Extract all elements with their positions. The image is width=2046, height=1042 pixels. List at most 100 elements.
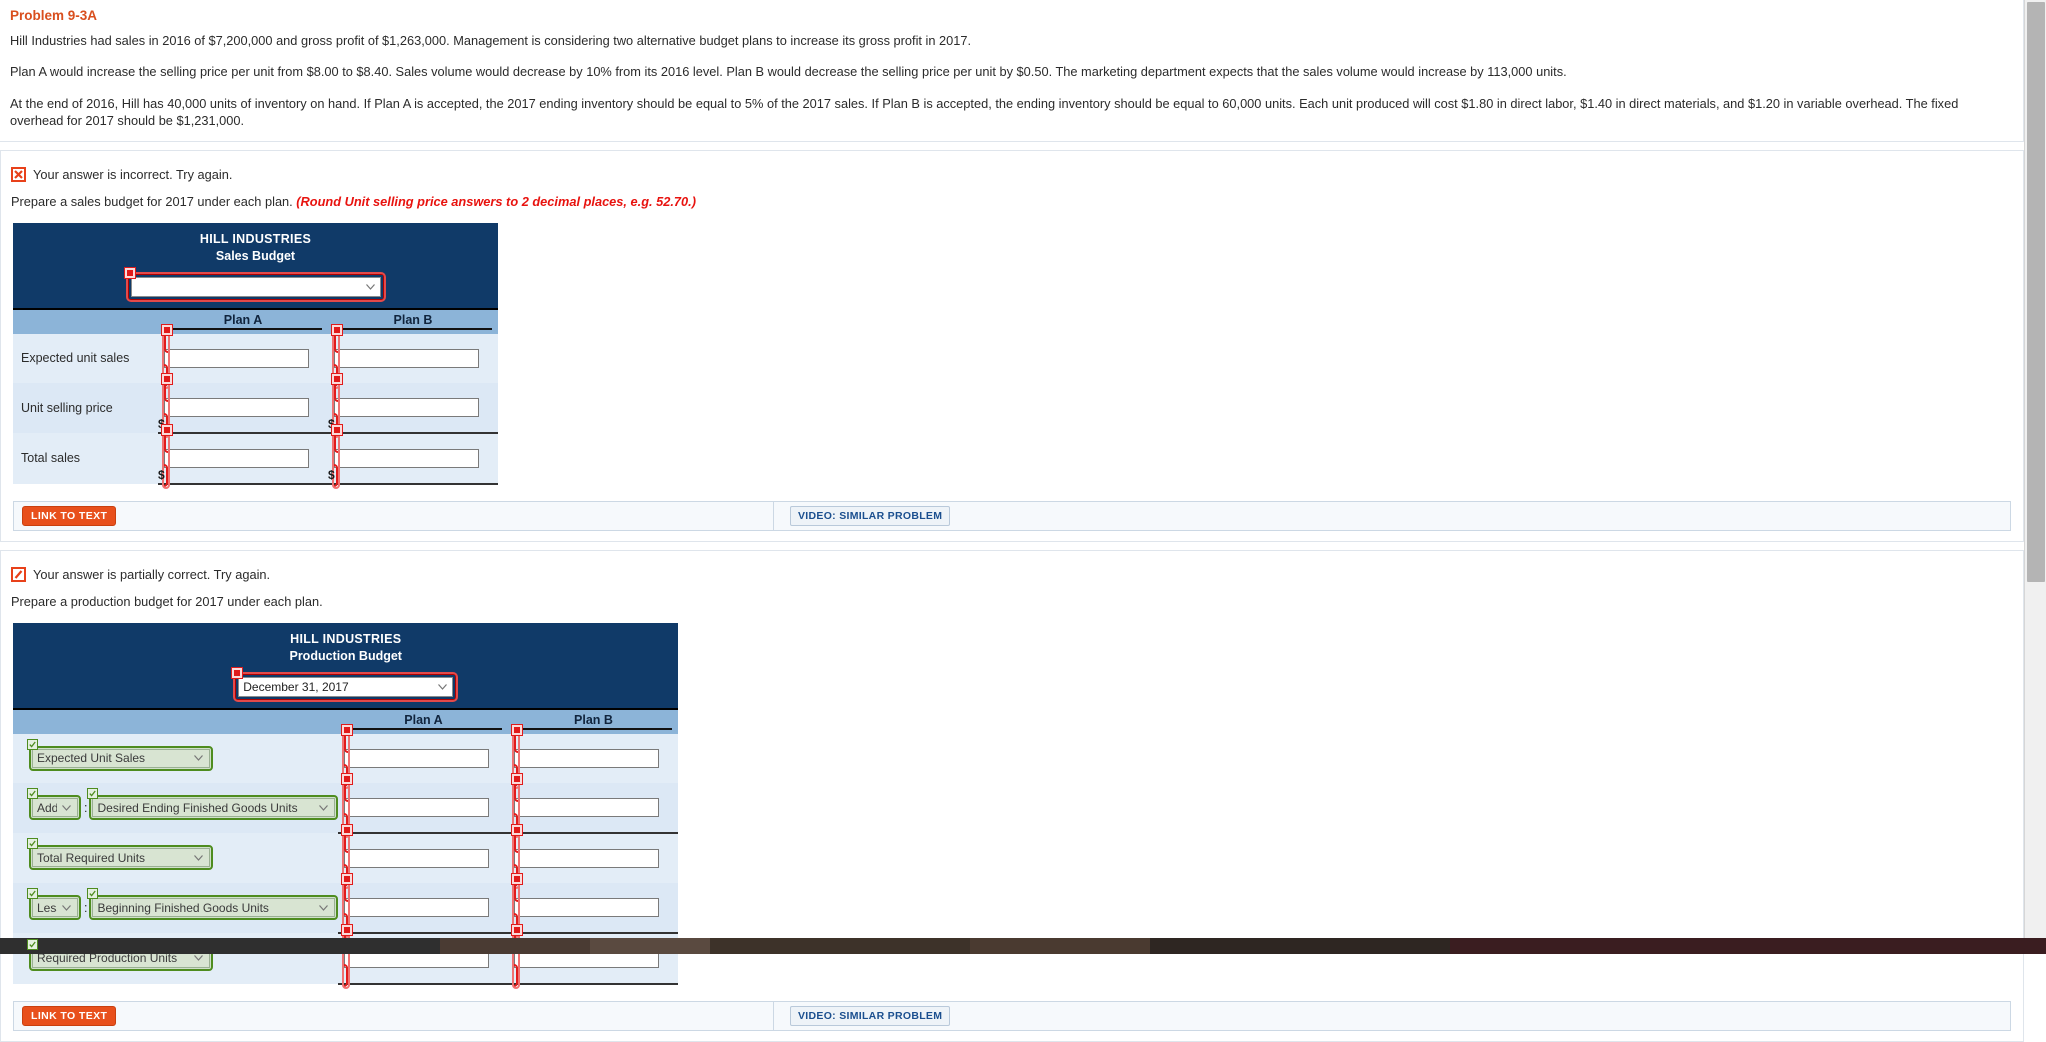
link-to-text-button[interactable]: LINK TO TEXT: [22, 505, 117, 526]
production-column-plan-b: Plan B: [508, 708, 679, 734]
partial-slash-icon: [11, 566, 26, 582]
input-expected-unit-sales-plan-b[interactable]: [334, 348, 479, 368]
line-select-2[interactable]: Desired Ending Finished Goods Units: [92, 798, 336, 818]
input-row2-plan-b[interactable]: [514, 797, 660, 817]
input-row1-plan-b[interactable]: [514, 748, 660, 768]
operation-select-wrapper-2[interactable]: Add: [27, 788, 81, 821]
line-select-wrapper-4[interactable]: Beginning Finished Goods Units: [87, 888, 339, 921]
production-instruction-text: Prepare a production budget for 2017 und…: [11, 593, 323, 609]
problem-intro: Problem 9-3A Hill Industries had sales i…: [0, 0, 2024, 143]
error-badge-icon: [511, 823, 524, 836]
error-badge-icon: [331, 423, 343, 436]
row-line-desired-ending-finished-goods: Add : Desired Ending Finished Goods Unit…: [13, 782, 339, 833]
page-content: Problem 9-3A Hill Industries had sales i…: [0, 0, 2024, 1042]
currency-prefix: $: [158, 467, 165, 482]
sales-period-select-wrapper[interactable]: [123, 266, 386, 302]
correct-check-icon: [87, 788, 99, 800]
error-badge-icon: [511, 723, 524, 736]
row-line-total-required-units: Total Required Units: [13, 832, 339, 883]
error-badge-icon: [161, 423, 173, 436]
production-company-name: HILL INDUSTRIES: [290, 631, 402, 646]
cell-expected-unit-sales-plan-b: [328, 323, 498, 387]
operation-select-2[interactable]: Add: [32, 798, 78, 818]
cell-row1-plan-a: [338, 723, 509, 787]
cell-expected-unit-sales-plan-a: [158, 323, 328, 387]
row-line-expected-unit-sales: Expected Unit Sales: [13, 733, 339, 783]
scrollbar-thumb[interactable]: [2027, 2, 2045, 582]
production-budget-name: Production Budget: [289, 648, 402, 663]
line-select-wrapper-1[interactable]: Expected Unit Sales: [27, 738, 213, 771]
input-row3-plan-b[interactable]: [514, 848, 660, 868]
input-row3-plan-a[interactable]: [344, 848, 490, 868]
row-line-beginning-finished-goods: Less : Beginning Finished Goods Units: [13, 882, 339, 933]
error-badge-icon: [511, 872, 524, 885]
correct-check-icon: [87, 888, 99, 900]
error-badge-icon: [161, 323, 173, 336]
error-badge-icon: [341, 923, 354, 936]
field-wrapper: $: [158, 372, 309, 436]
cell-unit-selling-price-plan-a: $: [158, 372, 328, 436]
cell-row3-plan-b: [508, 823, 679, 887]
sales-table-header: HILL INDUSTRIES Sales Budget: [13, 223, 498, 269]
line-select-wrapper-3[interactable]: Total Required Units: [27, 838, 213, 871]
error-outline: [331, 423, 479, 487]
strip-segment-1: [0, 938, 440, 954]
row-label-total-sales: Total sales: [13, 432, 158, 484]
production-table-header: HILL INDUSTRIES Production Budget: [13, 622, 679, 669]
table-row: Unit selling price $: [13, 372, 498, 436]
strip-segment-7: [1450, 938, 2046, 954]
line-select-3[interactable]: Total Required Units: [32, 848, 210, 868]
cell-row4-plan-b: [508, 872, 679, 936]
error-badge-icon: [341, 823, 354, 836]
production-period-select-wrapper[interactable]: December 31, 2017: [231, 666, 459, 702]
input-expected-unit-sales-plan-a[interactable]: [164, 348, 309, 368]
sales-status-text: Your answer is incorrect. Try again.: [33, 167, 233, 183]
video-similar-problem-button[interactable]: VIDEO: SIMILAR PROBLEM: [790, 1005, 951, 1026]
operation-select-wrapper-4[interactable]: Less: [27, 888, 81, 921]
correct-check-icon: [27, 888, 38, 900]
sales-footer-left: LINK TO TEXT: [14, 501, 774, 530]
sales-column-plan-a: Plan A: [158, 308, 328, 334]
line-select-4[interactable]: Beginning Finished Goods Units: [92, 898, 336, 918]
input-row4-plan-b[interactable]: [514, 897, 660, 917]
error-badge-icon: [231, 666, 244, 679]
problem-paragraph-3: At the end of 2016, Hill has 40,000 unit…: [10, 95, 1959, 128]
table-row: Expected unit sales: [13, 323, 498, 387]
input-total-sales-plan-a[interactable]: [164, 448, 309, 468]
strip-segment-5: [970, 938, 1150, 954]
line-select-wrapper-2[interactable]: Desired Ending Finished Goods Units: [87, 788, 339, 821]
input-total-sales-plan-b[interactable]: [334, 448, 479, 468]
sales-instruction-hint: (Round Unit selling price answers to 2 d…: [296, 194, 696, 210]
sales-period-cell: [13, 266, 498, 310]
sales-footer-right: VIDEO: SIMILAR PROBLEM: [774, 502, 2010, 530]
vertical-scrollbar[interactable]: [2024, 0, 2046, 954]
sales-period-select[interactable]: [130, 276, 381, 297]
error-badge-icon: [123, 266, 136, 279]
error-badge-icon: [161, 372, 173, 385]
page-title: Problem 9-3A: [10, 8, 98, 23]
cell-total-sales-plan-b: $: [328, 423, 498, 487]
production-period-select[interactable]: December 31, 2017: [238, 676, 454, 697]
sales-column-plan-b: Plan B: [328, 308, 498, 334]
field-wrapper: [331, 323, 479, 387]
error-outline: [161, 323, 309, 387]
production-period-cell: December 31, 2017: [13, 666, 679, 710]
cell-total-sales-plan-a: $: [158, 423, 328, 487]
error-badge-icon: [341, 872, 354, 885]
input-unit-selling-price-plan-a[interactable]: [164, 397, 309, 417]
input-row2-plan-a[interactable]: [344, 797, 490, 817]
cell-row2-plan-a: [338, 772, 509, 836]
error-outline: [161, 372, 309, 436]
sales-budget-name: Sales Budget: [215, 248, 296, 263]
strip-segment-6: [1150, 938, 1450, 954]
operation-select-4[interactable]: Less: [32, 898, 78, 918]
error-badge-icon: [341, 772, 354, 785]
input-row4-plan-a[interactable]: [344, 897, 490, 917]
problem-paragraph-1: Hill Industries had sales in 2016 of $7,…: [10, 33, 972, 48]
input-row1-plan-a[interactable]: [344, 748, 490, 768]
link-to-text-button[interactable]: LINK TO TEXT: [22, 1005, 117, 1026]
video-similar-problem-button[interactable]: VIDEO: SIMILAR PROBLEM: [790, 505, 951, 526]
production-footer-right: VIDEO: SIMILAR PROBLEM: [774, 1002, 2010, 1030]
line-select-1[interactable]: Expected Unit Sales: [32, 748, 210, 768]
input-unit-selling-price-plan-b[interactable]: [334, 397, 479, 417]
